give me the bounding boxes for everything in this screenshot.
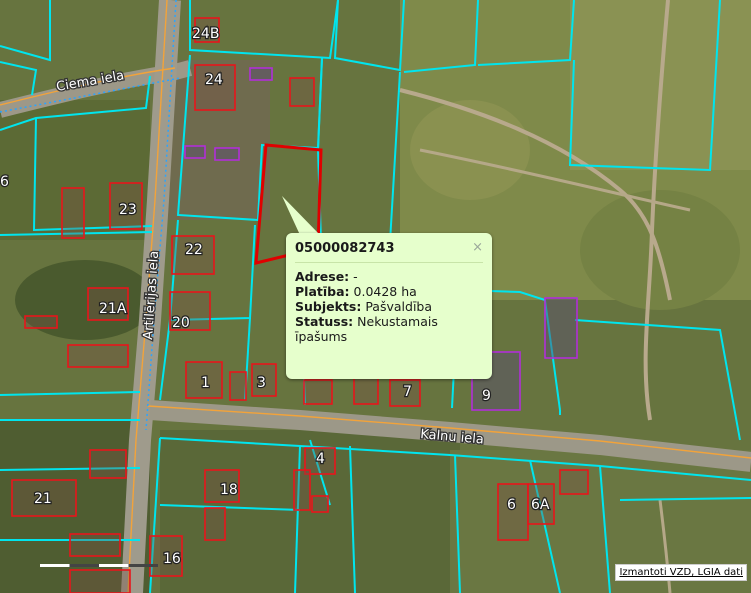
address-label: Adrese: — [295, 269, 350, 284]
popup-area-row: Platība: 0.0428 ha — [295, 284, 483, 299]
attribution-link[interactable]: Izmantoti VZD, LGIA dati — [615, 564, 747, 581]
parcel-label-18: 18 — [220, 482, 238, 498]
subject-value: Pašvaldība — [365, 299, 433, 314]
parcel-label-20: 20 — [172, 315, 190, 331]
parcel-label-7: 7 — [403, 384, 412, 400]
popup-subject-row: Subjekts: Pašvaldība — [295, 299, 483, 314]
popup-status-row: Statuss: Nekustamais īpašums — [295, 314, 483, 344]
address-value: - — [353, 269, 358, 284]
popup-title: 05000082743 — [295, 241, 483, 263]
parcel-info-popup: × 05000082743 Adrese: - Platība: 0.0428 … — [286, 233, 492, 379]
popup-address-row: Adrese: - — [295, 269, 483, 284]
status-label: Statuss: — [295, 314, 354, 329]
parcel-label-4: 4 — [316, 451, 325, 467]
parcel-label-22: 22 — [185, 242, 203, 258]
area-value: 0.0428 ha — [353, 284, 417, 299]
parcel-label-21: 21 — [34, 491, 52, 507]
parcel-label-16: 16 — [163, 551, 181, 567]
scale-bar — [40, 564, 158, 567]
parcel-label-3: 3 — [257, 375, 266, 391]
parcel-label-21a: 21A — [99, 301, 127, 317]
parcel-label-6: 6 — [507, 497, 516, 513]
parcel-label-6-left: 6 — [0, 174, 9, 190]
area-label: Platība: — [295, 284, 350, 299]
parcel-label-24b: 24B — [192, 26, 219, 42]
subject-label: Subjekts: — [295, 299, 362, 314]
parcel-label-1: 1 — [201, 375, 210, 391]
parcel-label-9: 9 — [482, 388, 491, 404]
parcel-label-24: 24 — [205, 72, 223, 88]
parcel-label-23: 23 — [119, 202, 137, 218]
close-icon[interactable]: × — [472, 240, 483, 255]
parcel-label-6a: 6A — [531, 497, 550, 513]
